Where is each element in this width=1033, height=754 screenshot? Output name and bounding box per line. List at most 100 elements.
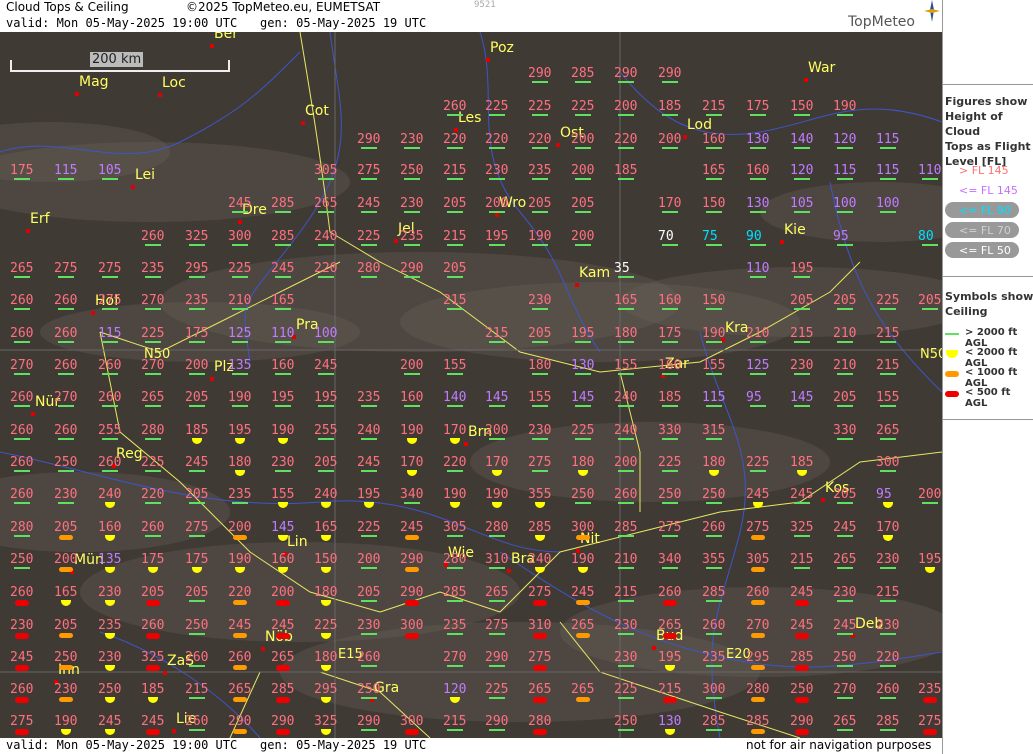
ceiling-marker — [837, 373, 853, 375]
cloud-top-value: 245 — [790, 487, 814, 502]
city-label: Loc — [162, 75, 186, 91]
ceiling-marker — [15, 665, 29, 671]
cloud-top-value: 250 — [54, 650, 78, 665]
cloud-top-value: 250 — [790, 682, 814, 697]
cloud-top-value: 210 — [614, 552, 638, 567]
ceiling-marker — [662, 502, 678, 504]
cloud-top-value: 275 — [528, 585, 552, 600]
cloud-top-value: 205 — [54, 618, 78, 633]
ceiling-marker — [102, 470, 118, 472]
ceiling-marker — [795, 600, 809, 606]
cloud-top-value: 245 — [185, 455, 209, 470]
cloud-top-value: 120 — [790, 163, 814, 178]
ceiling-marker — [837, 729, 853, 731]
footer-generated: gen: 05-May-2025 19 UTC — [260, 738, 427, 752]
ceiling-marker — [618, 535, 634, 537]
cloud-top-value: 180 — [702, 455, 726, 470]
ceiling-marker — [662, 114, 678, 116]
cloud-top-value: 200 — [571, 132, 595, 147]
ceiling-marker — [102, 276, 118, 278]
cloud-top-value: 190 — [228, 552, 252, 567]
cloud-top-value: 260 — [10, 487, 34, 502]
cloud-top-value: 260 — [10, 293, 34, 308]
ceiling-marker — [489, 697, 505, 699]
cloud-top-value: 160 — [702, 132, 726, 147]
ceiling-marker — [189, 341, 205, 343]
ceiling-marker — [275, 373, 291, 375]
tops-legend-title: Figures show Height of Cloud Tops as Fli… — [945, 95, 1031, 168]
city-dot — [495, 213, 499, 217]
city-dot — [75, 92, 79, 96]
cloud-top-value: 185 — [658, 390, 682, 405]
ceiling-marker — [837, 244, 853, 246]
ceiling-marker — [275, 211, 291, 213]
cloud-top-value: 275 — [10, 714, 34, 729]
ceiling-marker — [361, 633, 377, 635]
ceiling-marker — [880, 665, 896, 667]
cloud-top-value: 230 — [876, 618, 900, 633]
ceiling-marker — [795, 633, 809, 639]
ceiling-marker — [706, 373, 722, 375]
ceiling-marker — [663, 633, 677, 639]
ceiling-swatch — [945, 333, 959, 335]
cloud-top-value: 230 — [528, 293, 552, 308]
cloud-top-value: 285 — [702, 585, 726, 600]
disclaimer: not for air navigation purposes — [746, 738, 932, 752]
legend-label: <= FL 90 — [959, 204, 1011, 217]
cloud-top-value: 140 — [790, 132, 814, 147]
ceiling-marker — [361, 600, 377, 602]
cloud-top-value: 200 — [571, 229, 595, 244]
ceiling-marker — [532, 81, 548, 83]
ceiling-marker — [532, 178, 548, 180]
ceiling-marker — [618, 178, 634, 180]
cloud-top-value: 225 — [528, 99, 552, 114]
ceiling-marker — [750, 470, 766, 472]
cloud-top-value: 230 — [614, 618, 638, 633]
cloud-top-value: 125 — [228, 326, 252, 341]
city-dot — [804, 78, 808, 82]
cloud-top-value: 275 — [658, 520, 682, 535]
ceiling-marker — [146, 633, 160, 639]
city-dot — [238, 220, 242, 224]
cloud-top-value: 215 — [702, 99, 726, 114]
cloud-top-value: 235 — [228, 487, 252, 502]
cloud-top-value: 265 — [10, 261, 34, 276]
ceiling-marker — [880, 438, 896, 440]
ceiling-marker — [618, 502, 634, 504]
ceiling-marker — [706, 211, 722, 213]
satellite-map[interactable]: N50N50E15E20BerPozWarMagLocCotLesOstLodL… — [0, 32, 942, 738]
header-bar: Cloud Tops & Ceiling ©2025 TopMeteo.eu, … — [0, 0, 942, 16]
cloud-top-value: 145 — [571, 390, 595, 405]
cloud-top-value: 170 — [485, 455, 509, 470]
cloud-top-value: 35 — [614, 261, 630, 276]
cloud-top-value: 105 — [790, 196, 814, 211]
cloud-top-value: 205 — [185, 390, 209, 405]
ceiling-marker — [706, 244, 722, 246]
city-dot — [172, 729, 176, 733]
cloud-top-value: 355 — [702, 552, 726, 567]
cloud-top-value: 260 — [98, 358, 122, 373]
cloud-top-value: 205 — [833, 293, 857, 308]
ceiling-marker — [575, 502, 591, 504]
ceiling-marker — [489, 665, 505, 667]
ceiling-marker — [837, 535, 853, 537]
ceiling-marker — [59, 697, 73, 702]
ceiling-marker — [15, 697, 29, 703]
ceiling-marker — [532, 438, 548, 440]
cloud-top-value: 260 — [702, 520, 726, 535]
cloud-top-value: 205 — [54, 520, 78, 535]
cloud-top-value: 230 — [790, 358, 814, 373]
ceiling-marker — [447, 178, 463, 180]
cloud-top-value: 220 — [314, 261, 338, 276]
cloud-top-value: 300 — [400, 714, 424, 729]
cloud-top-value: 160 — [658, 293, 682, 308]
cloud-top-value: 225 — [314, 618, 338, 633]
ceiling-marker — [575, 244, 591, 246]
cloud-top-value: 235 — [400, 229, 424, 244]
ceiling-marker — [233, 697, 247, 702]
cloud-top-value: 75 — [702, 229, 718, 244]
ceiling-marker — [837, 438, 853, 440]
cloud-top-value: 260 — [54, 326, 78, 341]
cloud-top-value: 260 — [357, 650, 381, 665]
cloud-top-value: 340 — [658, 552, 682, 567]
